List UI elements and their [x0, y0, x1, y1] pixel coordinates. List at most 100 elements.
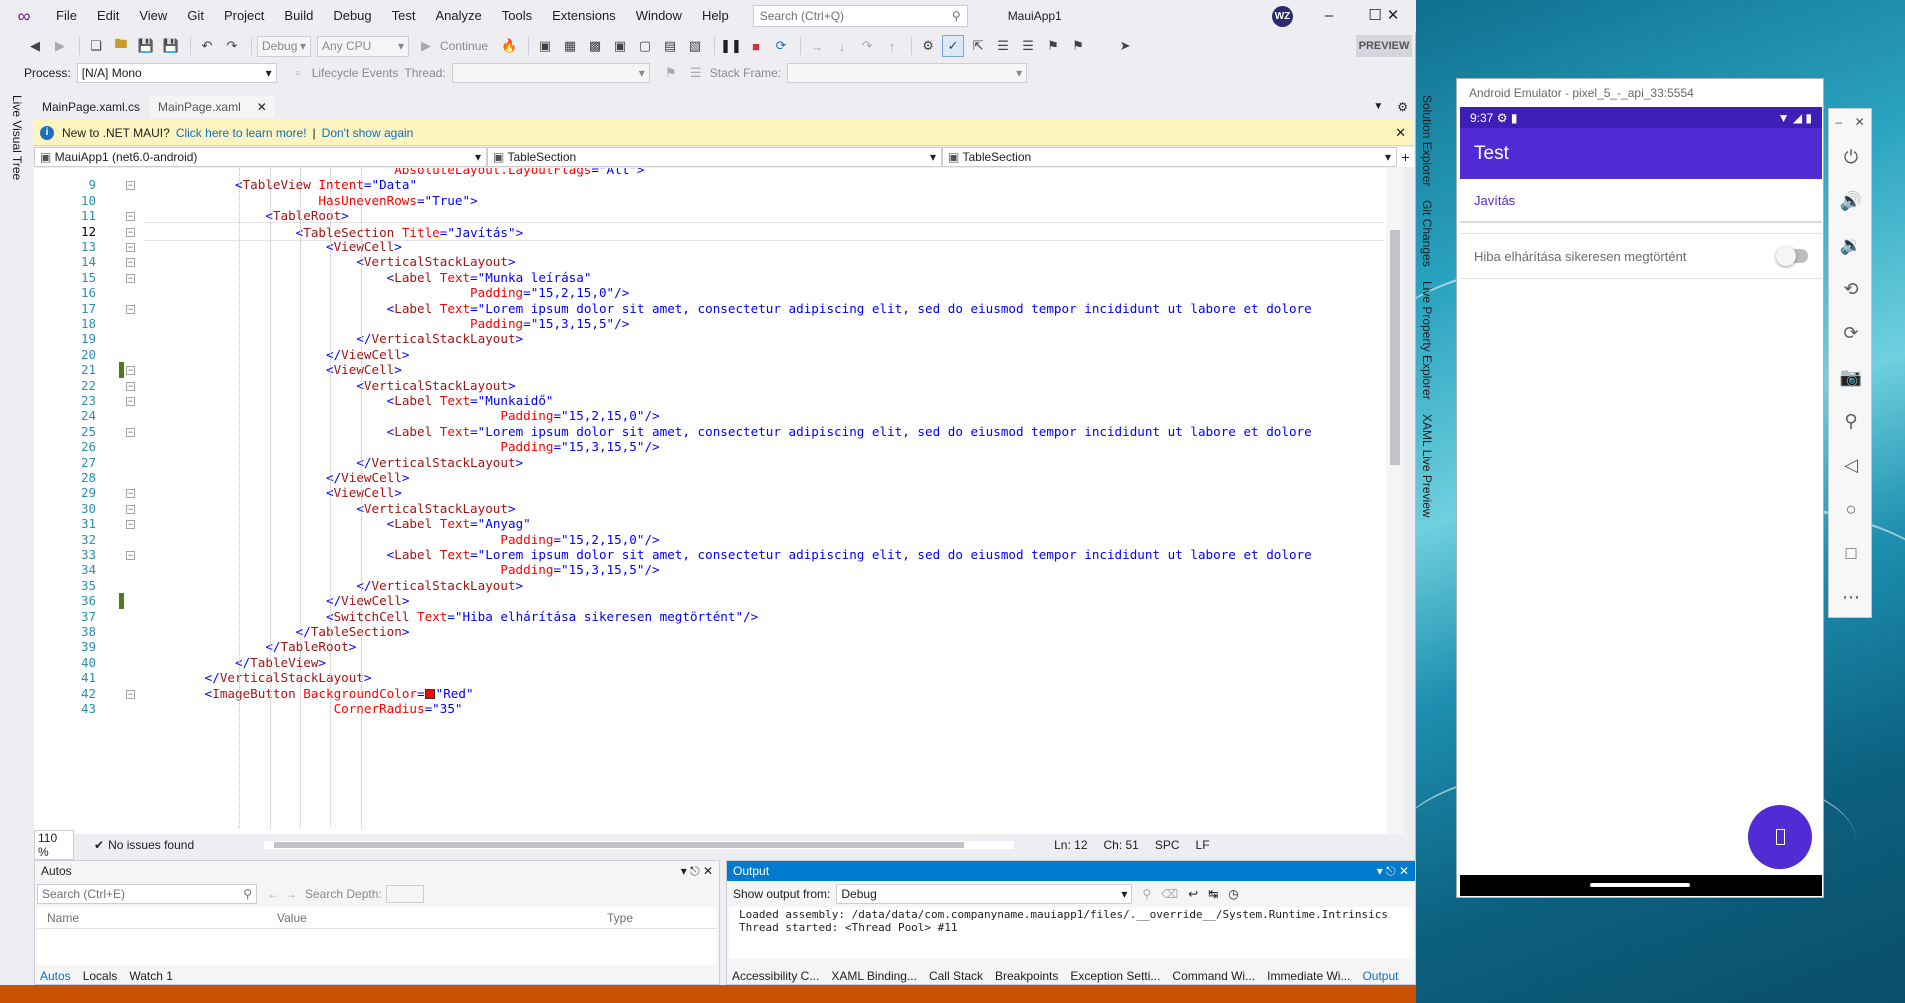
step-out-icon[interactable]: ↑	[881, 35, 903, 57]
close-icon[interactable]: ✕	[1855, 115, 1865, 129]
new-project-icon[interactable]: ❏	[85, 35, 107, 57]
lifecycle-events-button[interactable]: Lifecycle Events	[312, 66, 399, 80]
tab-mainpage-xaml-cs[interactable]: MainPage.xaml.cs	[34, 96, 148, 118]
line-indicator[interactable]: Ln: 12	[1054, 838, 1087, 852]
preview-button[interactable]: PREVIEW	[1356, 35, 1412, 57]
clear-all-icon[interactable]: ⌫	[1161, 887, 1178, 901]
pin-icon[interactable]: ⎋	[1386, 864, 1396, 878]
close-icon[interactable]: ✕	[703, 864, 713, 878]
fold-toggle-icon[interactable]: −	[126, 504, 135, 514]
line-ending-indicator[interactable]: LF	[1196, 838, 1210, 852]
issues-status[interactable]: No issues found	[108, 838, 194, 852]
close-icon[interactable]: ✕	[1399, 864, 1409, 878]
tool-tab-live-property-explorer[interactable]: Live Property Explorer	[1420, 281, 1434, 400]
panel-tab[interactable]: Accessibility C...	[726, 969, 825, 983]
play-icon[interactable]: ▶	[415, 35, 437, 57]
fold-toggle-icon[interactable]: −	[126, 181, 135, 191]
menu-item-build[interactable]: Build	[274, 0, 323, 32]
menu-item-tools[interactable]: Tools	[492, 0, 542, 32]
chevron-down-icon[interactable]: ▾	[1377, 864, 1383, 878]
stack-frame-select[interactable]: ▾	[787, 62, 1028, 83]
minimize-icon[interactable]: –	[1306, 0, 1352, 32]
continue-button[interactable]: Continue	[440, 39, 488, 53]
flag-icon[interactable]: ⚑	[660, 62, 682, 84]
select-element-icon[interactable]: ⇱	[967, 35, 989, 57]
menu-item-debug[interactable]: Debug	[323, 0, 381, 32]
output-text[interactable]: Loaded assembly: /data/data/com.companyn…	[729, 907, 1413, 959]
layout-icon[interactable]: ▤	[659, 35, 681, 57]
power-icon[interactable]: ⏻	[1829, 135, 1873, 179]
learn-more-link[interactable]: Click here to learn more!	[176, 126, 307, 140]
tab-mainpage-xaml[interactable]: MainPage.xaml ✕	[150, 96, 275, 118]
fold-toggle-icon[interactable]: −	[126, 520, 135, 530]
fold-toggle-icon[interactable]: −	[126, 397, 135, 406]
split-editor-icon[interactable]: +	[1397, 147, 1414, 167]
toggle-switch[interactable]	[1776, 246, 1808, 266]
word-wrap-icon[interactable]: ↩	[1188, 887, 1198, 901]
fold-toggle-icon[interactable]: −	[126, 366, 135, 376]
overview-icon[interactable]: □	[1829, 531, 1873, 575]
fold-toggle-icon[interactable]: −	[126, 304, 135, 314]
fold-toggle-icon[interactable]: −	[126, 258, 135, 268]
configuration-select[interactable]: Debug ▾	[257, 35, 311, 57]
timestamp-icon[interactable]: ◷	[1228, 887, 1238, 901]
camera-tool-icon[interactable]: ▣	[609, 35, 631, 57]
tool-tab-solution-explorer[interactable]: Solution Explorer	[1420, 95, 1434, 186]
bookmark-prev-icon[interactable]: ⚑	[1067, 35, 1089, 57]
fold-toggle-icon[interactable]: −	[126, 273, 135, 283]
menu-item-analyze[interactable]: Analyze	[425, 0, 491, 32]
navigate-back-icon[interactable]: ◀	[24, 35, 46, 57]
fold-toggle-icon[interactable]: −	[126, 689, 135, 699]
pin-icon[interactable]: ⎋	[690, 864, 700, 878]
scrollbar-thumb[interactable]	[274, 842, 965, 848]
column-header-name[interactable]: Name	[47, 911, 277, 925]
screenshot-icon[interactable]: ▩	[584, 35, 606, 57]
panel-tab[interactable]: Immediate Wi...	[1261, 969, 1356, 983]
volume-down-icon[interactable]: 🔉	[1829, 223, 1873, 267]
rotate-right-icon[interactable]: ⟳	[1829, 311, 1873, 355]
open-folder-icon[interactable]: 🖿	[110, 35, 132, 57]
zoom-select[interactable]: 110 %	[34, 830, 74, 860]
thread-select[interactable]: ▾	[451, 62, 650, 83]
menu-item-window[interactable]: Window	[626, 0, 692, 32]
toggle-icon[interactable]: ▧	[684, 35, 706, 57]
column-indicator[interactable]: Ch: 51	[1104, 838, 1139, 852]
horizontal-scrollbar[interactable]	[264, 841, 1015, 849]
stop-icon[interactable]: ■	[745, 35, 767, 57]
live-visual-tree-tab[interactable]: Live Visual Tree	[10, 95, 24, 180]
panel-tab[interactable]: Output	[1356, 969, 1404, 983]
visual-studio-logo-icon[interactable]: ∞	[12, 6, 36, 26]
menu-item-project[interactable]: Project	[214, 0, 274, 32]
whitespace-indicator[interactable]: SPC	[1155, 838, 1180, 852]
show-next-statement-icon[interactable]: →	[806, 35, 828, 57]
dont-show-again-link[interactable]: Don't show again	[322, 126, 414, 140]
panel-tab[interactable]: Breakpoints	[989, 969, 1064, 983]
process-select[interactable]: [N/A] Mono ▾	[76, 62, 277, 83]
fold-toggle-icon[interactable]: −	[126, 381, 135, 391]
save-all-icon[interactable]: 💾	[160, 35, 182, 57]
browser-link-icon[interactable]: ▣	[534, 35, 556, 57]
search-depth-select[interactable]	[385, 885, 424, 903]
home-gesture-pill[interactable]	[1590, 883, 1690, 887]
minimize-icon[interactable]: –	[1835, 115, 1842, 129]
uncomment-icon[interactable]: ☰	[1017, 35, 1039, 57]
back-arrow-icon[interactable]: ←	[267, 887, 279, 901]
fold-toggle-icon[interactable]: −	[126, 227, 135, 237]
menu-item-extensions[interactable]: Extensions	[542, 0, 626, 32]
close-tab-icon[interactable]: ✕	[257, 100, 267, 114]
threads-icon[interactable]: ☰	[685, 62, 707, 84]
scope-select[interactable]: ▣ TableSection ▾	[487, 147, 942, 167]
toggle-wrap-icon[interactable]: ↹	[1208, 887, 1218, 901]
panel-tab[interactable]: Autos	[34, 969, 77, 983]
chevron-down-icon[interactable]: ▾	[681, 864, 687, 878]
project-select[interactable]: ▣ MauiApp1 (net6.0-android) ▾	[34, 147, 487, 167]
home-icon[interactable]: ○	[1829, 487, 1873, 531]
monitor-icon[interactable]: ▢	[634, 35, 656, 57]
column-header-value[interactable]: Value	[277, 911, 607, 925]
platform-select[interactable]: Any CPU ▾	[317, 35, 409, 57]
image-button[interactable]	[1748, 805, 1812, 869]
spell-check-icon[interactable]: ✓	[942, 35, 965, 57]
close-icon[interactable]: ✕	[1370, 0, 1416, 32]
pause-icon[interactable]: ❚❚	[720, 35, 742, 57]
fold-toggle-icon[interactable]: −	[126, 551, 135, 560]
